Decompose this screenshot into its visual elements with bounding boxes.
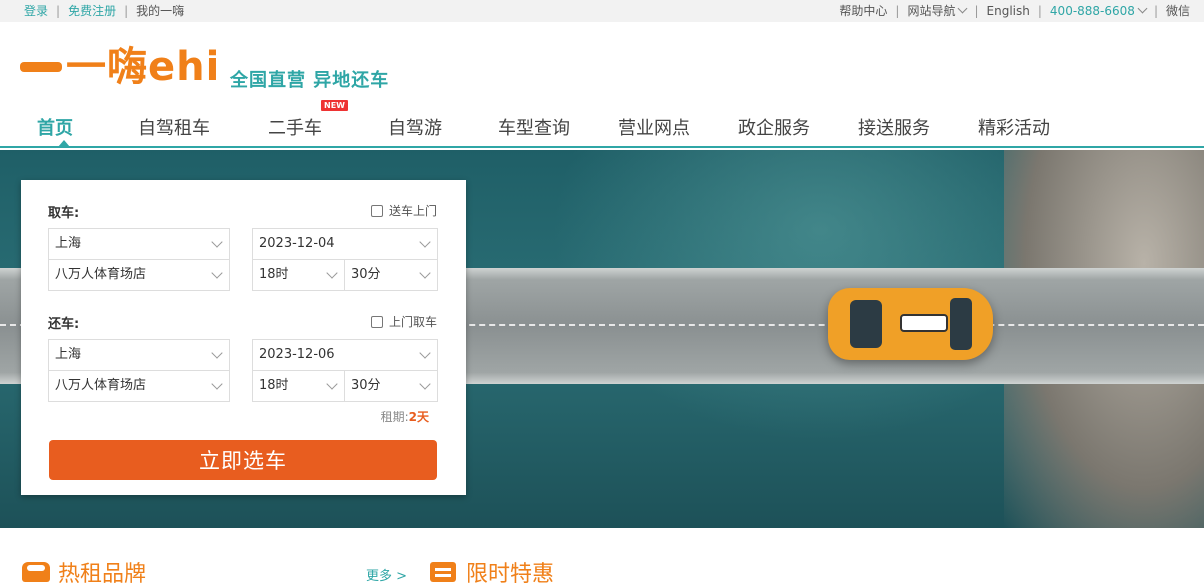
more-link[interactable]: 更多 > <box>366 565 407 584</box>
login-link[interactable]: 登录 <box>24 0 48 22</box>
pickup-hour-value: 18时 <box>259 267 289 282</box>
chevron-down-icon <box>211 378 223 390</box>
pickup-city-value: 上海 <box>55 236 82 251</box>
limited-deals-label: 限时特惠 <box>466 562 555 587</box>
pickup-hour-select[interactable]: 18时 <box>252 259 345 291</box>
separator: | <box>56 4 61 18</box>
help-center-link[interactable]: 帮助中心 <box>839 0 887 22</box>
car-windshield <box>950 298 972 350</box>
separator: | <box>895 4 900 18</box>
car-icon <box>22 562 50 582</box>
return-city-value: 上海 <box>55 347 82 362</box>
duration-label: 租期: <box>380 410 409 424</box>
english-link[interactable]: English <box>987 0 1030 22</box>
duration-value: 2天 <box>408 410 429 424</box>
return-store-select[interactable]: 八万人体育场店 <box>48 370 230 402</box>
nav-item-transfer[interactable]: 接送服务 <box>858 114 930 140</box>
delivery-checkbox[interactable]: 送车上门 <box>370 202 437 219</box>
chevron-down-icon <box>211 347 223 359</box>
separator: | <box>1153 4 1158 18</box>
chevron-down-icon <box>326 378 338 390</box>
register-link[interactable]: 免费注册 <box>68 0 116 22</box>
nav-item-car-models[interactable]: 车型查询 <box>498 114 570 140</box>
nav-item-enterprise[interactable]: 政企服务 <box>738 114 810 140</box>
return-minute-value: 30分 <box>351 378 381 393</box>
nav-item-road-trip[interactable]: 自驾游 <box>388 114 442 140</box>
pickup-store-value: 八万人体育场店 <box>55 267 147 282</box>
booking-panel: 取车: 送车上门 上海 2023-12-04 八万人体育场店 18时 30分 还… <box>21 180 466 495</box>
home-pickup-label: 上门取车 <box>388 315 437 329</box>
chevron-down-icon <box>958 3 968 14</box>
pickup-date-select[interactable]: 2023-12-04 <box>252 228 438 260</box>
return-date-value: 2023-12-06 <box>259 347 335 362</box>
return-hour-value: 18时 <box>259 378 289 393</box>
return-date-select[interactable]: 2023-12-06 <box>252 339 438 371</box>
site-nav-dropdown[interactable]: 网站导航 <box>907 0 968 22</box>
main-nav: 首页 自驾租车 二手车 自驾游 车型查询 营业网点 政企服务 接送服务 精彩活动 <box>0 104 1204 148</box>
return-hour-select[interactable]: 18时 <box>252 370 345 402</box>
separator: | <box>124 4 129 18</box>
nav-item-self-drive[interactable]: 自驾租车 <box>138 114 210 140</box>
return-minute-select[interactable]: 30分 <box>344 370 438 402</box>
chevron-down-icon <box>211 236 223 248</box>
delivery-label: 送车上门 <box>388 204 437 218</box>
nav-item-used-car[interactable]: 二手车 <box>268 114 322 140</box>
hot-brands-title: 热租品牌 <box>22 556 146 588</box>
pickup-date-value: 2023-12-04 <box>259 236 335 251</box>
pickup-label: 取车: <box>48 206 80 221</box>
separator: | <box>1037 4 1042 18</box>
separator: | <box>974 4 979 18</box>
pickup-minute-select[interactable]: 30分 <box>344 259 438 291</box>
nav-item-stores[interactable]: 营业网点 <box>618 114 690 140</box>
home-pickup-checkbox[interactable]: 上门取车 <box>370 313 437 330</box>
return-store-value: 八万人体育场店 <box>55 378 147 393</box>
checkbox-icon <box>370 315 383 328</box>
car-roof-sign <box>900 314 948 332</box>
hot-brands-label: 热租品牌 <box>58 562 147 587</box>
pickup-store-select[interactable]: 八万人体育场店 <box>48 259 230 291</box>
select-car-button[interactable]: 立即选车 <box>49 440 437 480</box>
return-label: 还车: <box>48 317 80 332</box>
pickup-city-select[interactable]: 上海 <box>48 228 230 260</box>
chevron-down-icon <box>419 347 431 359</box>
logo-text: 一嗨ehi <box>66 44 221 90</box>
logo-dash-icon <box>20 62 62 72</box>
top-bar-right: 帮助中心 | 网站导航 | English | 400-888-6608 | 微… <box>839 0 1190 22</box>
chevron-down-icon <box>211 267 223 279</box>
brand-logo[interactable]: 一嗨ehi <box>20 40 220 94</box>
phone-number: 400-888-6608 <box>1049 4 1135 18</box>
slogan: 全国直营 异地还车 <box>230 70 390 91</box>
car-rear-window <box>850 300 882 348</box>
active-indicator-icon <box>58 140 70 147</box>
checkbox-icon <box>370 204 383 217</box>
site-nav-label: 网站导航 <box>907 4 956 18</box>
chevron-down-icon <box>419 378 431 390</box>
pickup-minute-value: 30分 <box>351 267 381 282</box>
return-city-select[interactable]: 上海 <box>48 339 230 371</box>
nav-item-events[interactable]: 精彩活动 <box>978 114 1050 140</box>
hero-taxi-car <box>828 288 993 360</box>
chevron-down-icon <box>1137 3 1148 14</box>
wechat-link[interactable]: 微信 <box>1166 0 1190 22</box>
chevron-down-icon <box>419 267 431 279</box>
nav-item-home[interactable]: 首页 <box>37 114 73 140</box>
rental-duration: 租期:2天 <box>381 408 429 425</box>
top-bar: 登录 | 免费注册 | 我的一嗨 帮助中心 | 网站导航 | English |… <box>0 0 1204 22</box>
top-bar-left: 登录 | 免费注册 | 我的一嗨 <box>24 0 184 22</box>
chevron-down-icon <box>326 267 338 279</box>
my-account-link[interactable]: 我的一嗨 <box>136 0 184 22</box>
ticket-icon <box>430 562 456 582</box>
limited-deals-title: 限时特惠 <box>430 556 554 588</box>
chevron-down-icon <box>419 236 431 248</box>
new-badge: NEW <box>321 100 348 111</box>
phone-dropdown[interactable]: 400-888-6608 <box>1049 0 1148 22</box>
